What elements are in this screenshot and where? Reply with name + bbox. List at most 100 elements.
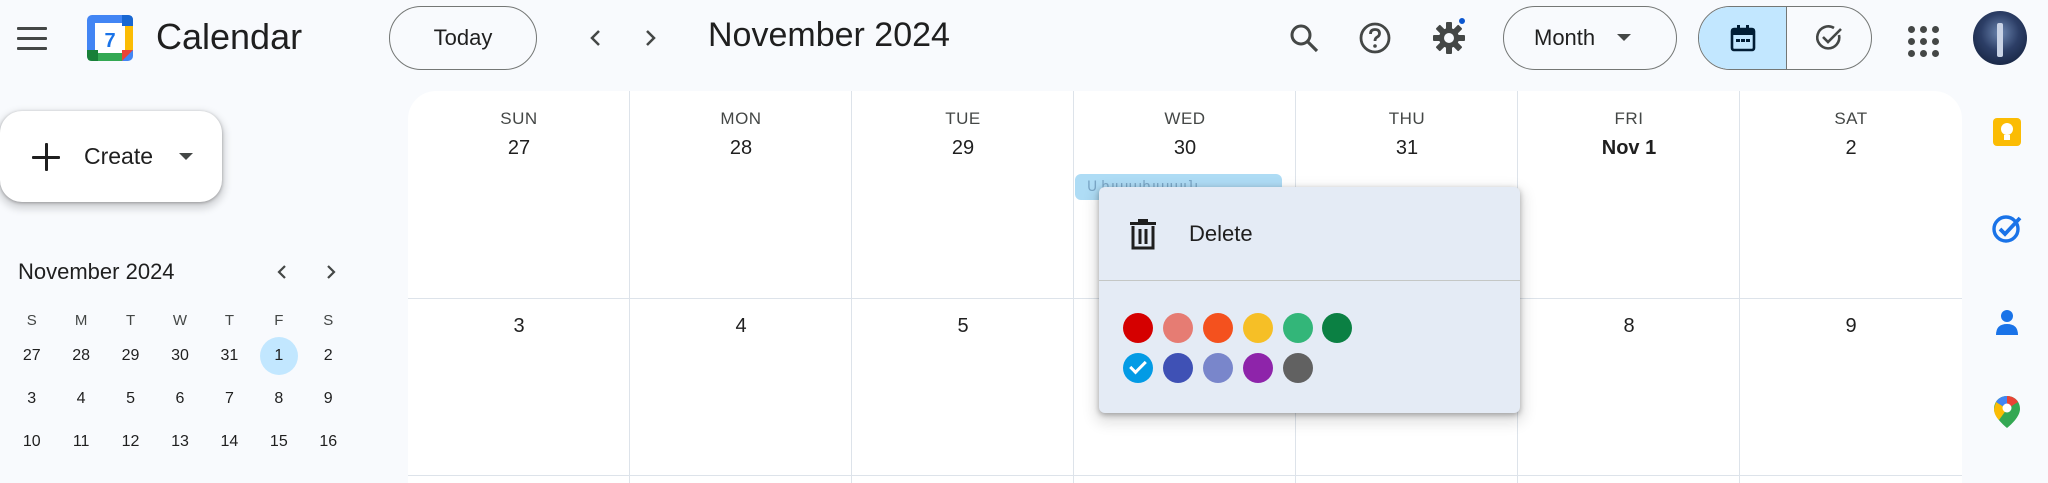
app-title: Calendar: [156, 16, 303, 57]
mini-day[interactable]: 10: [7, 420, 56, 463]
mini-calendar-title: November 2024: [18, 259, 175, 284]
next-period-button[interactable]: [630, 18, 670, 58]
color-swatch[interactable]: [1203, 313, 1233, 343]
day-number[interactable]: 31: [1296, 137, 1518, 160]
day-number[interactable]: 4: [630, 315, 852, 338]
mini-calendar-next-button[interactable]: [315, 256, 347, 288]
keep-icon[interactable]: [1990, 115, 2024, 149]
mini-day[interactable]: 28: [56, 334, 105, 377]
day-number[interactable]: 5: [852, 315, 1074, 338]
calendar-tasks-toggle: [1698, 6, 1872, 70]
day-number[interactable]: 3: [408, 315, 630, 338]
check-icon: [1129, 356, 1147, 375]
mini-calendar-week: 10 11 12 13 14 15 16: [7, 420, 353, 463]
view-selector[interactable]: Month: [1503, 6, 1677, 70]
search-icon: [1290, 24, 1319, 53]
top-bar: 7 Calendar Today November 2024 Month: [0, 0, 2048, 80]
mini-day[interactable]: 31: [205, 334, 254, 377]
tasks-view-toggle[interactable]: [1787, 7, 1871, 69]
account-avatar[interactable]: [1973, 11, 2027, 65]
mini-day[interactable]: 5: [106, 377, 155, 420]
day-cell[interactable]: FRI Nov 1: [1518, 109, 1740, 160]
mini-day[interactable]: 13: [155, 420, 204, 463]
mini-day[interactable]: 8: [254, 377, 303, 420]
color-swatch[interactable]: [1283, 353, 1313, 383]
day-number[interactable]: 8: [1518, 315, 1740, 338]
mini-day[interactable]: 2: [304, 334, 353, 377]
tasks-icon[interactable]: [1990, 211, 2024, 245]
day-number[interactable]: 27: [408, 137, 630, 160]
mini-day-selected-label: 1: [259, 336, 298, 375]
settings-button[interactable]: [1427, 16, 1471, 60]
calendar-logo-icon[interactable]: 7: [84, 12, 136, 64]
mini-day[interactable]: 11: [56, 420, 105, 463]
mini-day[interactable]: 15: [254, 420, 303, 463]
day-of-week: SUN: [500, 109, 538, 128]
mini-day[interactable]: 4: [56, 377, 105, 420]
mini-day[interactable]: 27: [7, 334, 56, 377]
color-swatch[interactable]: [1123, 313, 1153, 343]
main-menu-icon[interactable]: [12, 18, 52, 58]
help-icon: [1359, 22, 1391, 54]
color-swatch[interactable]: [1243, 353, 1273, 383]
mini-weekday: S: [26, 311, 37, 329]
mini-day[interactable]: 6: [155, 377, 204, 420]
day-cell[interactable]: WED 30: [1074, 109, 1296, 160]
chevron-right-icon: [327, 265, 336, 279]
day-of-week: MON: [720, 109, 762, 128]
contacts-icon[interactable]: [1990, 305, 2024, 339]
mini-day-selected[interactable]: 1: [254, 334, 303, 377]
mini-day[interactable]: 16: [304, 420, 353, 463]
maps-icon[interactable]: [1990, 395, 2024, 429]
day-number[interactable]: 2: [1740, 137, 1962, 160]
day-number[interactable]: 30: [1074, 137, 1296, 160]
caret-down-icon[interactable]: [179, 153, 194, 160]
mini-weekday: W: [172, 311, 188, 329]
day-cell[interactable]: MON 28: [630, 109, 852, 160]
task-check-icon: [1816, 25, 1842, 50]
day-number[interactable]: 9: [1740, 315, 1962, 338]
mini-day[interactable]: 9: [304, 377, 353, 420]
current-period-title: November 2024: [708, 16, 950, 54]
create-button-label: Create: [84, 143, 154, 169]
day-number[interactable]: 28: [630, 137, 852, 160]
google-apps-icon[interactable]: [1900, 18, 1940, 58]
day-cell[interactable]: SUN 27: [408, 109, 630, 160]
mini-calendar-weekday-row: S M T W T F S: [7, 306, 353, 334]
mini-day[interactable]: 30: [155, 334, 204, 377]
color-swatch[interactable]: [1163, 353, 1193, 383]
mini-day[interactable]: 7: [205, 377, 254, 420]
mini-day[interactable]: 29: [106, 334, 155, 377]
color-swatch[interactable]: [1163, 313, 1193, 343]
help-button[interactable]: [1353, 16, 1397, 60]
day-number[interactable]: 29: [852, 137, 1074, 160]
search-button[interactable]: [1282, 16, 1326, 60]
previous-period-button[interactable]: [576, 18, 616, 58]
mini-day[interactable]: 14: [205, 420, 254, 463]
mini-weekday: S: [323, 311, 334, 329]
logo-day-number: 7: [104, 30, 115, 52]
create-button[interactable]: Create: [0, 111, 222, 202]
color-swatch[interactable]: [1283, 313, 1313, 343]
color-swatch[interactable]: [1322, 313, 1352, 343]
delete-menu-item[interactable]: Delete: [1099, 187, 1520, 280]
color-swatch[interactable]: [1203, 353, 1233, 383]
mini-calendar-prev-button[interactable]: [266, 256, 298, 288]
color-swatch[interactable]: [1243, 313, 1273, 343]
mini-weekday: T: [125, 311, 136, 329]
mini-day[interactable]: 3: [7, 377, 56, 420]
calendar-view-toggle[interactable]: [1699, 7, 1787, 69]
day-cell[interactable]: TUE 29: [852, 109, 1074, 160]
plus-icon: [30, 141, 62, 173]
menu-divider: [1099, 280, 1520, 281]
day-number[interactable]: Nov 1: [1518, 137, 1740, 160]
color-swatch-selected[interactable]: [1123, 353, 1153, 383]
delete-label: Delete: [1189, 220, 1253, 246]
day-cell[interactable]: SAT 2: [1740, 109, 1962, 160]
day-cell[interactable]: THU 31: [1296, 109, 1518, 160]
today-button[interactable]: Today: [389, 6, 537, 70]
mini-day[interactable]: 12: [106, 420, 155, 463]
calendar-icon: [1730, 25, 1755, 52]
row-divider: [408, 475, 1962, 476]
day-of-week: THU: [1388, 109, 1426, 128]
